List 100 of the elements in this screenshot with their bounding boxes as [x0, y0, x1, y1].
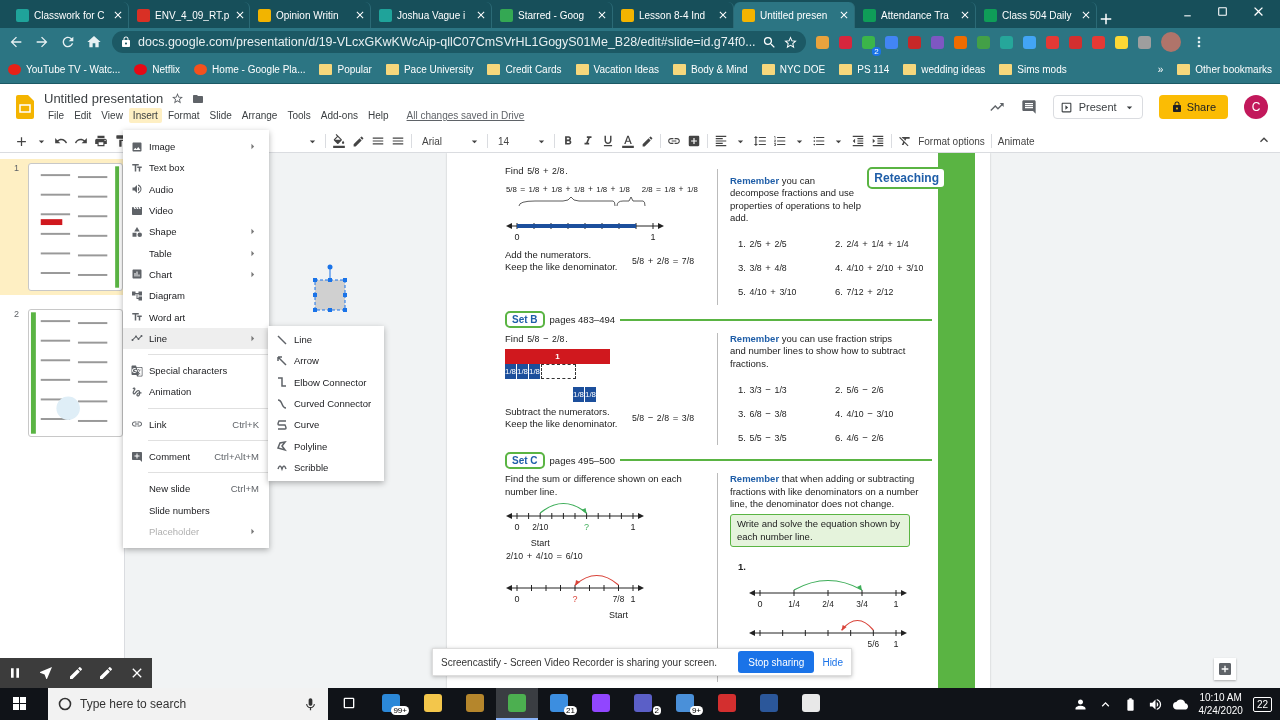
- bookmark[interactable]: NYC DOE: [779, 64, 826, 75]
- taskbar-search-field[interactable]: Type here to search: [48, 688, 328, 720]
- number-line-label: ?: [584, 522, 590, 532]
- bookmark[interactable]: Home - Google Pla...: [212, 64, 306, 75]
- share-button[interactable]: Share: [1158, 95, 1228, 119]
- browser-tab[interactable]: Untitled presen: [734, 2, 855, 28]
- menu-item[interactable]: Audio: [123, 178, 269, 200]
- remember-text: Remember you can decompose fractions and use properties of operations to help add.: [730, 175, 862, 225]
- step-text: Add the numerators.: [505, 248, 593, 261]
- font-size-select[interactable]: 14: [494, 134, 549, 148]
- find-text: Find 5/8 + 2/8.: [505, 165, 569, 177]
- menu-item[interactable]: Curved Connector: [268, 392, 384, 415]
- app-badge: 21: [564, 706, 577, 715]
- bookmark[interactable]: Other bookmarks: [1195, 64, 1272, 75]
- menu-item[interactable]: Slide: [205, 108, 236, 123]
- equation: 5/8 − 2/8 = 3/8: [630, 411, 695, 424]
- notification-count[interactable]: 22: [1252, 696, 1272, 712]
- reteaching-badge: Reteaching: [867, 167, 946, 189]
- menu-item[interactable]: Add-ons: [316, 108, 362, 123]
- menu-item[interactable]: Arrange: [237, 108, 282, 123]
- menu-item[interactable]: Scribble: [268, 456, 384, 479]
- bookmark[interactable]: Pace University: [403, 64, 474, 75]
- practice-problem: 4. 4/10 + 2/10 + 3/10: [835, 262, 925, 275]
- number-line-label: 1: [650, 231, 656, 242]
- address-bar[interactable]: docs.google.com/presentation/d/19-VLcxGKwKWcAip-qllC07CmSVrHL1GogyS01Me_B28/edit#slide=id.g74f0...: [112, 31, 806, 53]
- menu-item[interactable]: New slide Ctrl+M: [123, 478, 269, 500]
- find-text: Find 5/8 − 2/8.: [505, 333, 569, 345]
- clock-date: 4/24/2020: [1198, 704, 1243, 717]
- practice-problem: 6. 4/6 − 2/6: [835, 431, 885, 444]
- clock-time: 10:10 AM: [1199, 691, 1242, 704]
- practice-problem: 6. 7/12 + 2/12: [835, 286, 895, 299]
- menu-item[interactable]: Insert: [128, 108, 162, 123]
- bookmark[interactable]: PS 114: [857, 64, 890, 75]
- app-badge: 9+: [689, 706, 703, 715]
- bookmark[interactable]: Netflix: [152, 64, 181, 75]
- menu-item[interactable]: Word art: [123, 306, 269, 328]
- extension-badge: 2: [872, 46, 881, 56]
- slide-number: 2: [14, 309, 20, 321]
- number-line-label: 2/4: [821, 598, 835, 609]
- number-line-label: 1/4: [787, 598, 801, 609]
- number-line-label: 7/8: [611, 593, 626, 604]
- menu-item[interactable]: File: [44, 108, 69, 123]
- number-line-label: 5/6: [866, 638, 881, 649]
- menu-item[interactable]: Shape: [123, 221, 269, 243]
- bookmark[interactable]: Sims mods: [1017, 64, 1067, 75]
- format-options-button[interactable]: Format options: [918, 135, 985, 147]
- app-badge: 99+: [391, 706, 409, 715]
- number-line-label: 2/10: [531, 522, 550, 532]
- menu-item[interactable]: Comment Ctrl+Alt+M: [123, 445, 269, 468]
- menu-item[interactable]: Table: [123, 242, 269, 264]
- menu-item[interactable]: Format: [163, 108, 204, 123]
- menu-item[interactable]: Edit: [70, 108, 96, 123]
- bookmark[interactable]: wedding ideas: [921, 64, 986, 75]
- number-line-label: 1: [630, 522, 636, 532]
- menu-item[interactable]: Polyline: [268, 435, 384, 457]
- menu-item[interactable]: Animation: [123, 381, 269, 403]
- step-text: Subtract the numerators.: [505, 405, 611, 418]
- number-line-label: 0: [757, 598, 763, 609]
- app-badge: 2: [652, 706, 661, 715]
- menu-item[interactable]: Slide numbers: [123, 499, 269, 521]
- menu-item[interactable]: Video: [123, 199, 269, 222]
- stop-sharing-button[interactable]: Stop sharing: [738, 651, 815, 673]
- menu-item[interactable]: Elbow Connector: [268, 371, 384, 393]
- number-line-label: 1: [893, 638, 899, 649]
- menu-item[interactable]: Tools: [283, 108, 315, 123]
- menu-item[interactable]: Line: [268, 329, 384, 351]
- more-bookmarks[interactable]: »: [1157, 64, 1164, 75]
- menu-item[interactable]: View: [97, 108, 127, 123]
- menu-item[interactable]: Help: [364, 108, 393, 123]
- menu-item[interactable]: Image: [123, 136, 269, 158]
- practice-problem: 5. 5/5 − 3/5: [738, 431, 788, 444]
- menu-item[interactable]: Link Ctrl+K: [123, 413, 269, 435]
- bookmark[interactable]: Popular: [337, 64, 372, 75]
- document-title[interactable]: Untitled presentation: [44, 91, 164, 106]
- practice-problem: 2. 5/6 − 2/6: [835, 384, 885, 396]
- problem-number: 1.: [737, 560, 747, 573]
- save-status-link[interactable]: All changes saved in Drive: [406, 110, 525, 121]
- equation: 2/10 + 4/10 = 6/10: [505, 550, 584, 562]
- hide-link[interactable]: Hide: [822, 656, 843, 668]
- instruction-box: Write and solve the equation shown by each number line.: [730, 514, 910, 548]
- present-button[interactable]: Present: [1052, 95, 1143, 119]
- menu-item[interactable]: Chart: [123, 263, 269, 286]
- menu-item[interactable]: Curve: [268, 414, 384, 436]
- number-line-label: 1: [630, 593, 636, 604]
- menu-item[interactable]: Arrow: [268, 350, 384, 372]
- menu-item[interactable]: Line: [123, 327, 269, 349]
- font-select[interactable]: Arial: [418, 134, 481, 148]
- number-line-label: 0: [514, 231, 520, 242]
- bookmark[interactable]: Credit Cards: [505, 64, 562, 75]
- set-label: Set C: [505, 451, 545, 469]
- menu-item[interactable]: Diagram: [123, 285, 269, 307]
- bookmark[interactable]: Vacation Ideas: [593, 64, 659, 75]
- fraction-strip-whole: 1: [505, 348, 610, 364]
- bookmark[interactable]: Body & Mind: [691, 64, 748, 75]
- bookmark[interactable]: YouTube TV - Watc...: [26, 64, 121, 75]
- user-avatar[interactable]: C: [1244, 95, 1268, 119]
- menu-item[interactable]: Text box: [123, 157, 269, 179]
- animate-button[interactable]: Animate: [997, 135, 1035, 147]
- menu-item[interactable]: Special characters: [123, 359, 269, 382]
- instruction-text: Find the sum or difference shown on each number line.: [505, 473, 683, 498]
